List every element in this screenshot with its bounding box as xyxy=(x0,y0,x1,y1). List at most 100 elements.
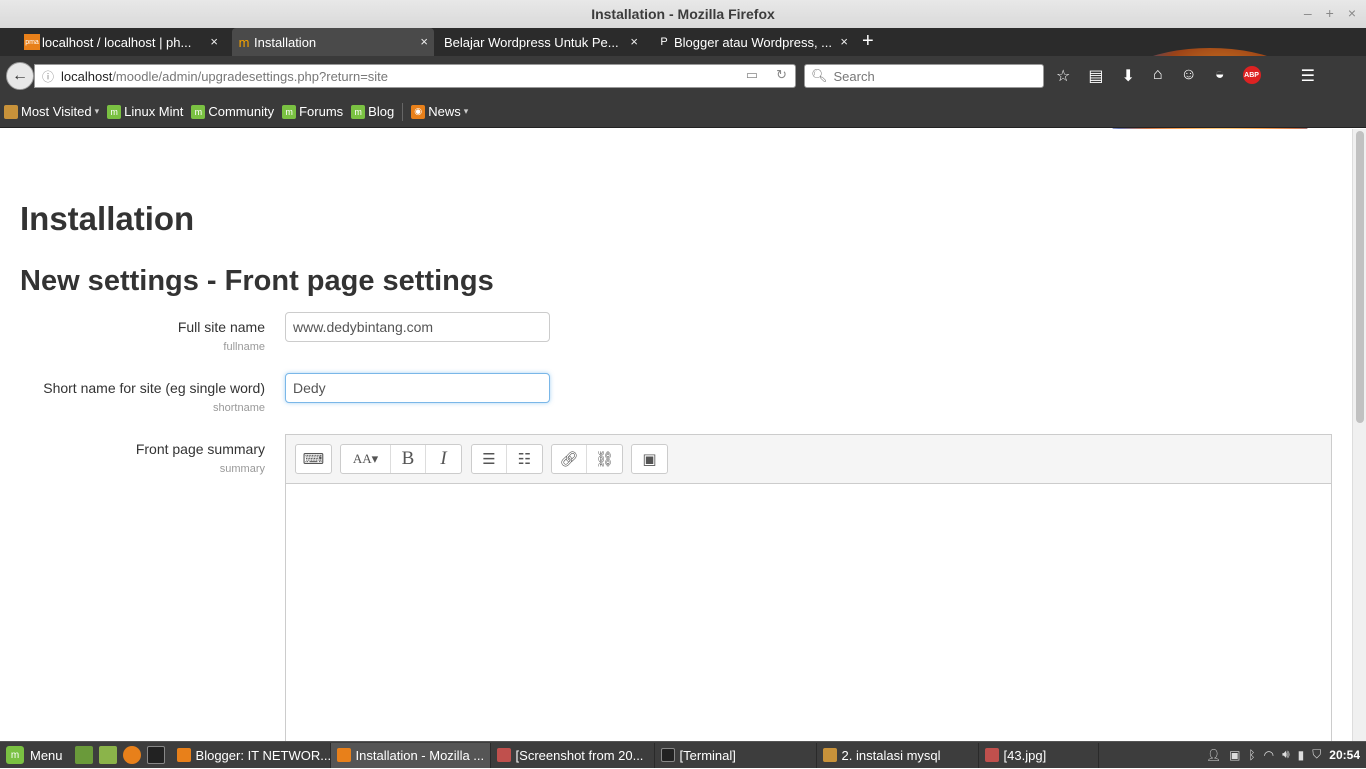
bookmark-linux-mint[interactable]: m Linux Mint xyxy=(107,104,183,119)
files-icon[interactable] xyxy=(98,746,117,764)
bookmark-star-icon[interactable]: ☆ xyxy=(1056,66,1070,86)
back-button[interactable]: ← xyxy=(6,62,34,90)
bookmarks-toolbar: Most Visited ▾ m Linux Mint m Community … xyxy=(0,96,1366,128)
terminal-icon[interactable] xyxy=(146,746,165,764)
bookmark-community[interactable]: m Community xyxy=(191,104,274,119)
italic-button[interactable]: I xyxy=(426,445,461,473)
navigation-bar: ← ⓘ localhost/moodle/admin/upgradesettin… xyxy=(0,56,1366,96)
field-key: summary xyxy=(219,463,265,475)
bookmark-news[interactable]: ◉ News ▾ xyxy=(411,104,468,119)
tab-label: Installation xyxy=(254,34,317,50)
taskbar: m Menu Blogger: IT NETWOR... Installatio… xyxy=(0,741,1366,768)
section-title: New settings - Front page settings xyxy=(20,265,494,297)
battery-icon[interactable]: ▮ xyxy=(1298,748,1305,762)
scrollbar-thumb[interactable] xyxy=(1356,131,1364,423)
minimize-button[interactable]: – xyxy=(1304,5,1312,21)
tab-label: Belajar Wordpress Untuk Pe... xyxy=(444,34,619,50)
bold-button[interactable]: B xyxy=(391,445,426,473)
window-controls: – + × xyxy=(1304,5,1356,21)
task-label: [Screenshot from 20... xyxy=(515,747,644,763)
show-desktop-icon[interactable] xyxy=(74,746,93,764)
page-scrollbar[interactable] xyxy=(1352,129,1366,741)
unordered-list-button[interactable]: ☰ xyxy=(472,445,507,473)
tab-blogger-wordpress[interactable]: P Blogger atau Wordpress, ... × xyxy=(652,28,854,56)
shield-icon[interactable]: ⛉ xyxy=(1312,747,1321,762)
toolbar-toggle-button[interactable]: ⌨ xyxy=(296,445,331,473)
tab-installation[interactable]: m Installation × xyxy=(232,28,434,56)
bookmark-label: Linux Mint xyxy=(124,104,184,119)
unlink-button[interactable]: ⛓ xyxy=(587,445,622,473)
image-viewer-icon xyxy=(496,748,511,762)
task-screenshot[interactable]: [Screenshot from 20... xyxy=(491,742,655,768)
reload-icon[interactable]: ↻ xyxy=(776,67,787,83)
firefox-icon[interactable] xyxy=(122,746,141,764)
toolbar-icons: ☆ ▤ ⬇ ⌂ ☺ ◒ ABP ☰ xyxy=(1056,66,1315,86)
close-tab-icon[interactable]: × xyxy=(630,34,638,49)
download-icon[interactable]: ⬇ xyxy=(1121,66,1134,86)
quick-launch xyxy=(69,746,171,764)
fullname-label: Full site name fullname xyxy=(178,319,265,353)
volume-icon[interactable]: 🔊︎ xyxy=(1282,747,1290,762)
pocket-icon[interactable]: ◒ xyxy=(1215,66,1225,86)
unlink-icon: ⛓ xyxy=(594,451,615,468)
insert-image-button[interactable]: ▣ xyxy=(632,445,667,473)
field-label: Short name for site (eg single word) xyxy=(43,380,265,396)
search-icon: 🔍︎ xyxy=(811,68,828,83)
url-host: localhost xyxy=(61,68,113,84)
mint-icon: m xyxy=(191,104,206,119)
clock[interactable]: 20:54 xyxy=(1329,748,1360,762)
field-key: shortname xyxy=(213,402,265,414)
new-tab-button[interactable]: + xyxy=(862,30,874,53)
user-icon[interactable]: 👤︎ xyxy=(1206,748,1221,762)
link-button[interactable]: 🔗︎ xyxy=(552,445,587,473)
home-icon[interactable]: ⌂ xyxy=(1153,66,1163,86)
fullname-input[interactable] xyxy=(285,312,550,342)
paragraph-style-button[interactable]: AA▾ xyxy=(341,445,391,473)
summary-editor[interactable]: ⌨ AA▾ B I ☰ ☷ 🔗︎ ⛓ ▣ xyxy=(285,434,1332,741)
close-window-button[interactable]: × xyxy=(1348,5,1356,21)
close-tab-icon[interactable]: × xyxy=(210,34,218,49)
shortname-input[interactable] xyxy=(285,373,550,403)
image-icon: ▣ xyxy=(642,451,657,468)
moodle-favicon-icon: m xyxy=(238,34,250,50)
start-menu-button[interactable]: m Menu xyxy=(0,742,69,769)
task-installation[interactable]: Installation - Mozilla ... xyxy=(330,742,491,768)
site-info-icon[interactable]: ⓘ xyxy=(35,68,61,85)
smiley-icon[interactable]: ☺ xyxy=(1181,66,1197,86)
bold-icon: B xyxy=(401,448,415,469)
ordered-list-button[interactable]: ☷ xyxy=(507,445,542,473)
tab-belajar-wordpress[interactable]: Belajar Wordpress Untuk Pe... × xyxy=(422,28,644,56)
mint-icon: m xyxy=(282,104,297,119)
update-icon[interactable]: ▣ xyxy=(1229,748,1240,762)
folder-icon xyxy=(4,104,18,119)
url-bar[interactable]: ⓘ localhost/moodle/admin/upgradesettings… xyxy=(34,64,796,88)
image-viewer-icon xyxy=(984,748,999,762)
task-blogger[interactable]: Blogger: IT NETWOR... xyxy=(171,742,331,768)
maximize-button[interactable]: + xyxy=(1326,5,1334,21)
page-title: Installation xyxy=(20,200,195,237)
task-terminal[interactable]: [Terminal] xyxy=(655,742,817,768)
task-43-jpg[interactable]: [43.jpg] xyxy=(979,742,1099,768)
search-placeholder: Search xyxy=(833,68,875,84)
task-instalasi-mysql[interactable]: 2. instalasi mysql xyxy=(817,742,979,768)
task-label: [43.jpg] xyxy=(1003,747,1047,763)
bookmark-forums[interactable]: m Forums xyxy=(282,104,343,119)
bluetooth-icon[interactable]: ᛒ xyxy=(1248,748,1255,762)
task-label: [Terminal] xyxy=(679,747,736,763)
bookmark-most-visited[interactable]: Most Visited ▾ xyxy=(4,104,99,119)
tab-phpmyadmin[interactable]: pma localhost / localhost | ph... × xyxy=(20,28,224,56)
bookmark-label: Most Visited xyxy=(21,104,92,119)
wifi-icon[interactable]: ◠ xyxy=(1264,748,1274,762)
tab-label: Blogger atau Wordpress, ... xyxy=(674,34,833,50)
p-favicon-icon: P xyxy=(660,36,668,48)
hamburger-menu-icon[interactable]: ☰ xyxy=(1301,66,1315,86)
bookmark-blog[interactable]: m Blog xyxy=(351,104,394,119)
close-tab-icon[interactable]: × xyxy=(840,34,848,49)
url-path: /moodle/admin/upgradesettings.php?return… xyxy=(112,68,389,84)
terminal-icon xyxy=(660,748,675,762)
reader-view-icon[interactable]: ▭ xyxy=(746,67,758,83)
adblock-icon[interactable]: ABP xyxy=(1242,66,1261,84)
mint-icon: m xyxy=(351,104,366,119)
search-bar[interactable]: 🔍︎ Search xyxy=(804,64,1044,88)
bookmarks-list-icon[interactable]: ▤ xyxy=(1088,66,1103,86)
